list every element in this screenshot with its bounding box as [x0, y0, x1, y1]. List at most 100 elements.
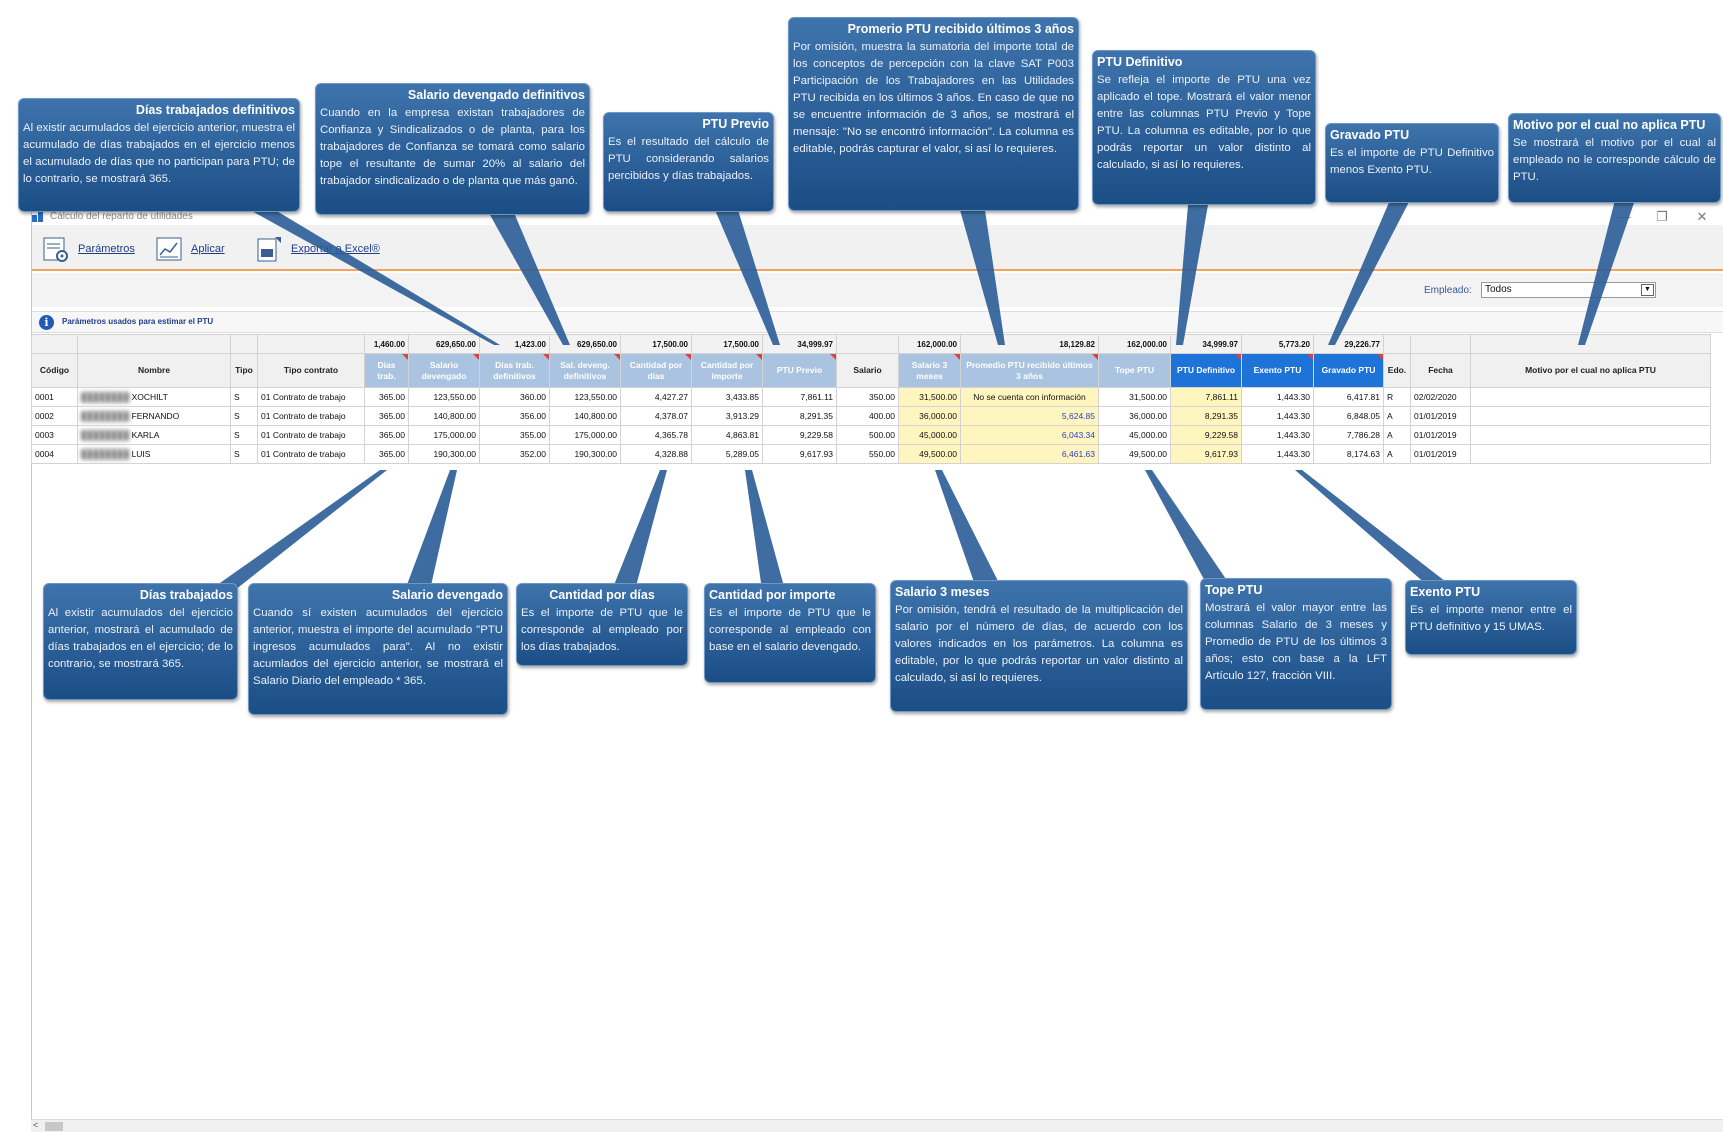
table-cell[interactable]: 8,291.35	[1170, 406, 1242, 426]
callout-salario-devengado-definitivos: Salario devengado definitivos Cuando en …	[315, 83, 590, 215]
callout-body: Es el resultado del cálculo de PTU consi…	[608, 136, 769, 182]
table-cell: 9,617.93	[762, 444, 837, 464]
table-cell: 0004	[31, 444, 78, 464]
callout-title: PTU Definitivo	[1097, 55, 1183, 69]
table-cell: 8,174.63	[1313, 444, 1384, 464]
column-header[interactable]: Salario 3 meses	[898, 353, 961, 388]
table-cell: 01 Contrato de trabajo	[257, 406, 365, 426]
exportar-button[interactable]: Exportar a Excel®	[255, 234, 380, 264]
callout-title: Cantidad por días	[549, 588, 655, 602]
column-header[interactable]: Motivo por el cual no aplica PTU	[1470, 353, 1711, 388]
callout-title: Días trabajados	[139, 588, 233, 602]
column-header[interactable]: Días trab. definitivos	[479, 353, 550, 388]
table-cell: 3,433.85	[691, 387, 763, 407]
column-header[interactable]: Nombre	[77, 353, 231, 388]
table-cell: 1,443.30	[1241, 406, 1314, 426]
table-cell[interactable]: 6,043.34	[960, 425, 1099, 445]
table-cell: 9,229.58	[762, 425, 837, 445]
column-header[interactable]: Tipo	[230, 353, 258, 388]
callout-title: Salario devengado definitivos	[407, 88, 585, 102]
table-cell[interactable]: 9,617.93	[1170, 444, 1242, 464]
callout-body: Cuando en la empresa existan trabajadore…	[320, 107, 585, 187]
column-header[interactable]: Tipo contrato	[257, 353, 365, 388]
column-header[interactable]: Sal. deveng. definitivos	[549, 353, 621, 388]
table-cell[interactable]: 6,461.63	[960, 444, 1099, 464]
table-cell: ████████ LUIS	[77, 444, 231, 464]
table-cell: 01 Contrato de trabajo	[257, 444, 365, 464]
column-header[interactable]: Cantidad por días	[620, 353, 692, 388]
table-row[interactable]: 0003 ████████ KARLA S 01 Contrato de trabaj…	[31, 425, 1711, 445]
callout-promedio-ptu: Promerio PTU recibido últimos 3 años Por…	[788, 17, 1079, 211]
callout-body: Se refleja el importe de PTU una vez apl…	[1097, 74, 1311, 171]
filter-bar: Empleado: Todos ▼	[32, 273, 1723, 307]
table-cell: 400.00	[836, 406, 899, 426]
table-cell: 45,000.00	[1098, 425, 1171, 445]
callout-ptu-definitivo: PTU Definitivo Se refleja el importe de …	[1092, 50, 1316, 205]
column-header[interactable]: PTU Previo	[762, 353, 837, 388]
horizontal-scrollbar[interactable]: <	[31, 1119, 1723, 1132]
table-cell[interactable]: 49,500.00	[898, 444, 961, 464]
empleado-select[interactable]: Todos ▼	[1481, 282, 1656, 298]
callout-body: Es el importe menor entre el PTU definit…	[1410, 604, 1572, 633]
table-cell: ████████ XOCHILT	[77, 387, 231, 407]
minimize-button[interactable]: —	[1614, 209, 1634, 224]
table-cell: 4,378.07	[620, 406, 692, 426]
total-cell: 162,000.00	[1098, 334, 1171, 354]
table-cell: 360.00	[479, 387, 550, 407]
table-row[interactable]: 0002 ████████ FERNANDO S 01 Contrato de tra…	[31, 406, 1711, 426]
table-row[interactable]: 0004 ████████ LUIS S 01 Contrato de trabajo…	[31, 444, 1711, 464]
column-header[interactable]: Cantidad por importe	[691, 353, 763, 388]
column-header[interactable]: Salario devengado	[408, 353, 480, 388]
table-cell[interactable]: 45,000.00	[898, 425, 961, 445]
column-header[interactable]: PTU Definitivo	[1170, 353, 1242, 388]
table-cell: 6,848.05	[1313, 406, 1384, 426]
column-header[interactable]: Tope PTU	[1098, 353, 1171, 388]
empleado-label: Empleado:	[1424, 285, 1472, 296]
close-button[interactable]: ✕	[1692, 209, 1712, 225]
table-cell[interactable]: 5,624.85	[960, 406, 1099, 426]
parametros-button[interactable]: Parámetros	[42, 234, 135, 264]
table-cell: A	[1383, 444, 1411, 464]
table-cell: 1,443.30	[1241, 387, 1314, 407]
table-cell: 365.00	[364, 406, 409, 426]
column-header[interactable]: Edo.	[1383, 353, 1411, 388]
table-cell: 550.00	[836, 444, 899, 464]
total-cell: 629,650.00	[549, 334, 621, 354]
table-cell: 7,861.11	[762, 387, 837, 407]
table-cell[interactable]: No se cuenta con información	[960, 387, 1099, 407]
header-row: Código Nombre Tipo Tipo contrato Días trab. S…	[31, 353, 1711, 388]
callout-cantidad-por-importe: Cantidad por importe Es el importe de PT…	[704, 583, 876, 683]
table-cell[interactable]: 31,500.00	[898, 387, 961, 407]
total-cell: 34,999.97	[762, 334, 837, 354]
table-cell: 355.00	[479, 425, 550, 445]
column-header[interactable]: Código	[31, 353, 78, 388]
total-cell: 17,500.00	[691, 334, 763, 354]
table-cell: 3,913.29	[691, 406, 763, 426]
column-header[interactable]: Gravado PTU	[1313, 353, 1384, 388]
table-cell: 175,000.00	[408, 425, 480, 445]
callout-body: Es el importe de PTU Definitivo menos Ex…	[1330, 147, 1494, 176]
table-cell: A	[1383, 425, 1411, 445]
aplicar-button[interactable]: Aplicar	[155, 234, 225, 264]
table-cell: 7,786.28	[1313, 425, 1384, 445]
scroll-left-icon[interactable]: <	[33, 1120, 38, 1130]
table-cell[interactable]: 7,861.11	[1170, 387, 1242, 407]
info-bar[interactable]: i Parámetros usados para estimar el PTU	[32, 311, 1723, 333]
chevron-down-icon[interactable]: ▼	[1641, 284, 1654, 296]
column-header[interactable]: Fecha	[1410, 353, 1471, 388]
table-cell[interactable]: 36,000.00	[898, 406, 961, 426]
total-cell: 5,773.20	[1241, 334, 1314, 354]
exportar-label: Exportar a Excel®	[291, 243, 380, 255]
column-header[interactable]: Promedio PTU recibido últimos 3 años	[960, 353, 1099, 388]
column-header[interactable]: Salario	[836, 353, 899, 388]
total-cell	[1470, 334, 1711, 354]
table-cell: ████████ FERNANDO	[77, 406, 231, 426]
table-cell[interactable]: 9,229.58	[1170, 425, 1242, 445]
restore-button[interactable]: ❐	[1652, 209, 1672, 225]
scroll-thumb[interactable]	[45, 1122, 63, 1131]
table-row[interactable]: 0001 ████████ XOCHILT S 01 Contrato de trab…	[31, 387, 1711, 407]
table-cell: S	[230, 406, 258, 426]
column-header[interactable]: Exento PTU	[1241, 353, 1314, 388]
table-cell	[1470, 387, 1711, 407]
column-header[interactable]: Días trab.	[364, 353, 409, 388]
